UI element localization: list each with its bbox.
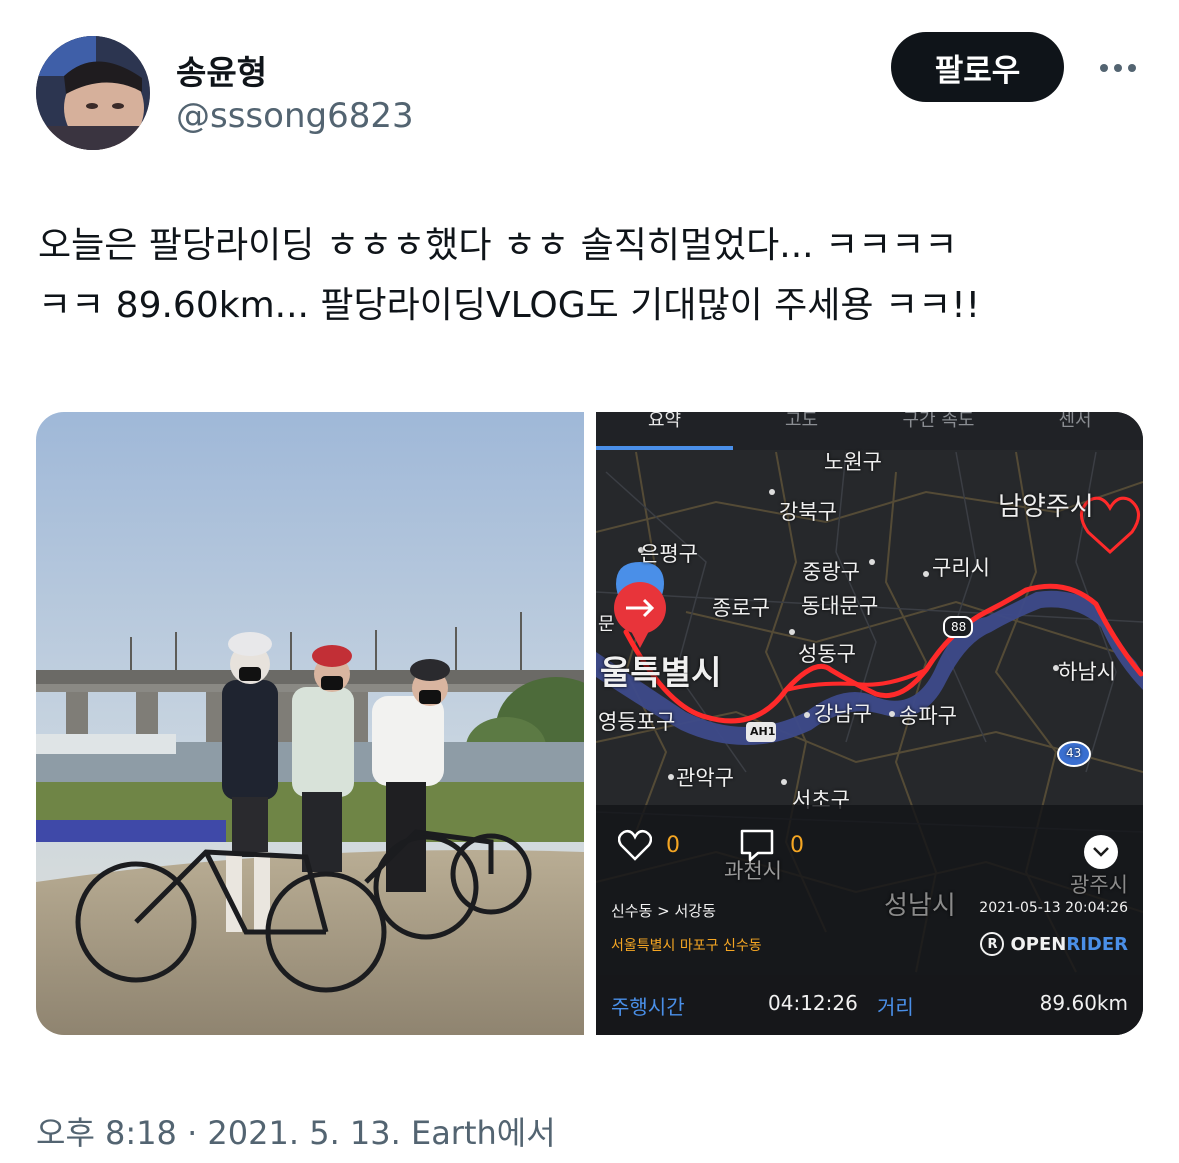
map-label-gangnam: 강남구 — [814, 702, 872, 726]
dot — [1114, 64, 1122, 72]
tweet-line-2: ㅋㅋ 89.60km... 팔당라이딩VLOG도 기대많이 주세용 ㅋㅋ!! — [38, 285, 981, 326]
map-label-seongdong: 성동구 — [798, 642, 856, 666]
map-label-seoul-prefix: 문 — [598, 614, 615, 635]
map-label-seongnam: 성남시 — [884, 891, 956, 921]
tab-summary[interactable]: 요약 — [596, 412, 733, 450]
distance-value: 89.60km — [1039, 991, 1128, 1015]
user-handle[interactable]: @sssong6823 — [176, 96, 414, 136]
map-label-nowon: 노원구 — [824, 450, 882, 474]
active-tab-indicator — [596, 446, 733, 450]
road-badge-88: 88 — [951, 620, 967, 634]
ride-datetime: 2021-05-13 20:04:26 — [979, 900, 1128, 916]
route-text: 신수동 > 서강동 — [611, 902, 716, 920]
comment-icon[interactable] — [738, 827, 776, 867]
map-label-gangbuk: 강북구 — [779, 500, 837, 524]
comment-count: 0 — [790, 833, 804, 858]
ride-tabs: 요약 고도 구간 속도 센서 — [596, 412, 1143, 450]
road-badge-43: 43 — [1066, 746, 1082, 760]
ride-stats-panel: 과천시 성남시 광주시 0 0 신수동 > 서강동 서울특별시 마포구 신수동 … — [596, 805, 1143, 975]
brand-rider: RIDER — [1066, 933, 1128, 955]
map-label-dongdaemun: 동대문구 — [801, 594, 879, 618]
chevron-down-icon[interactable] — [1084, 835, 1118, 869]
map-label-eunpyeong: 은평구 — [640, 542, 698, 566]
ride-summary-bar: 주행시간 04:12:26 거리 89.60km — [596, 975, 1143, 1035]
tab-sensor[interactable]: 센서 — [1007, 412, 1143, 450]
map-label-namyangju: 남양주시 — [998, 492, 1094, 522]
ride-map-screenshot[interactable]: 요약 고도 구간 속도 센서 노원구 강북구 남양주시 은평구 중랑구 구리시 … — [596, 412, 1143, 1035]
map-label-yeongdeungpo: 영등포구 — [598, 710, 676, 734]
tweet-line-1: 오늘은 팔당라이딩 ㅎㅎㅎ했다 ㅎㅎ 솔직히멀었다... ㅋㅋㅋㅋ — [38, 225, 958, 266]
map-label-jungnang: 중랑구 — [802, 560, 860, 584]
tab-segment-speed[interactable]: 구간 속도 — [870, 412, 1007, 450]
map-label-gwangju: 광주시 — [1070, 873, 1128, 897]
ride-time-label: 주행시간 — [611, 995, 685, 1019]
dot — [1128, 64, 1136, 72]
openrider-logo: R OPENRIDER — [980, 932, 1128, 956]
cyclists-photo[interactable] — [36, 412, 584, 1035]
media-grid: 요약 고도 구간 속도 센서 노원구 강북구 남양주시 은평구 중랑구 구리시 … — [36, 412, 1143, 1035]
more-options-icon[interactable] — [1090, 50, 1146, 86]
avatar[interactable] — [36, 36, 150, 150]
openrider-logo-mark: R — [980, 932, 1005, 956]
heart-icon[interactable] — [617, 829, 653, 865]
tweet-text: 오늘은 팔당라이딩 ㅎㅎㅎ했다 ㅎㅎ 솔직히멀었다... ㅋㅋㅋㅋ ㅋㅋ 89.… — [38, 216, 1148, 336]
map-label-hanam: 하남시 — [1058, 660, 1116, 684]
tweet-timestamp[interactable]: 오후 8:18 · 2021. 5. 13. Earth에서 — [36, 1108, 556, 1154]
location-text: 서울특별시 마포구 신수동 — [611, 938, 762, 954]
distance-label: 거리 — [877, 995, 914, 1019]
road-badge-ah1: AH1 — [750, 725, 776, 738]
ride-time-value: 04:12:26 — [768, 991, 858, 1015]
map-label-seoul: 울특별시 — [600, 653, 722, 692]
brand-open: OPEN — [1010, 933, 1067, 955]
display-name[interactable]: 송윤형 — [176, 46, 267, 94]
follow-button[interactable]: 팔로우 — [891, 32, 1064, 102]
map-label-guri: 구리시 — [932, 556, 990, 580]
map-label-jongno: 종로구 — [712, 596, 770, 620]
dot — [1100, 64, 1108, 72]
like-count: 0 — [666, 833, 680, 858]
map-label-gwanak: 관악구 — [676, 766, 734, 790]
tab-elevation[interactable]: 고도 — [733, 412, 870, 450]
map-label-songpa: 송파구 — [899, 704, 957, 728]
